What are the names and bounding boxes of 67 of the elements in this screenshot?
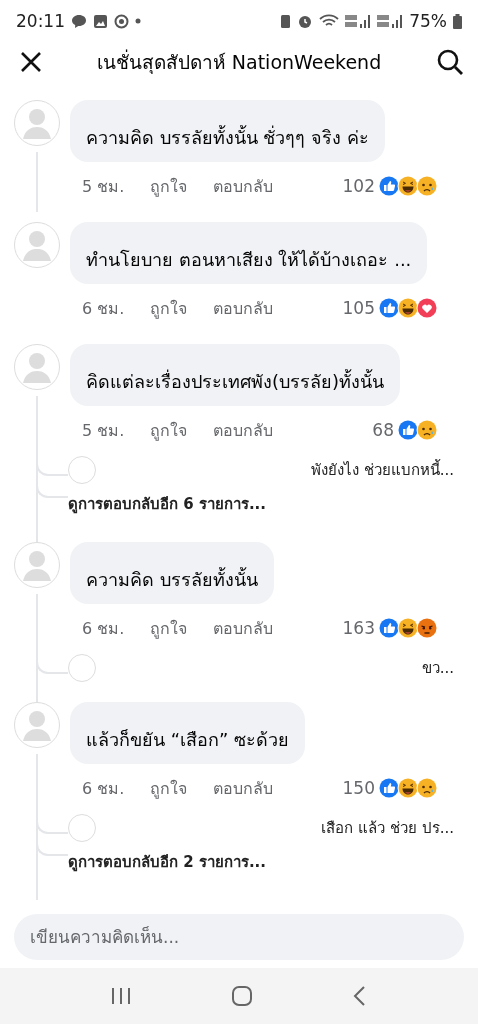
heart-icon [416, 297, 438, 319]
comment-bubble: แล้วก็ขยัน “เสือก” ซะด้วย [70, 702, 306, 764]
chat-icon [71, 13, 87, 29]
avatar[interactable] [14, 542, 60, 588]
sad-face-icon [416, 777, 438, 799]
comment-time: 5 ชม. [82, 175, 125, 198]
like-icon [378, 297, 400, 319]
signal-icon [345, 13, 372, 29]
dot-icon [135, 18, 141, 24]
view-more-replies-link[interactable]: ดูการตอบกลับอีก 6 รายการ... [68, 492, 266, 516]
comment-time: 5 ชม. [82, 419, 125, 442]
comment-time: 6 ชม. [82, 617, 125, 640]
comment-input-field[interactable]: เขียนความคิดเห็น... [14, 914, 464, 960]
reaction-count: 105 [342, 298, 375, 318]
avatar[interactable] [14, 344, 60, 390]
comment-bubble: ความคิด บรรลัยทั้งนั้น ชั่วๆๆ จริง ค่ะ [70, 100, 385, 162]
like-link[interactable]: ถูกใจ [150, 295, 188, 321]
laughing-face-icon [397, 617, 419, 639]
laughing-face-icon [397, 777, 419, 799]
comment-time: 6 ชม. [82, 297, 125, 320]
page-title: เนชั่นสุดสัปดาห์ NationWeekend [95, 48, 383, 76]
like-icon [378, 617, 400, 639]
reaction-count: 102 [342, 176, 375, 196]
reply-link[interactable]: ตอบกลับ [213, 615, 274, 641]
reply-link[interactable]: ตอบกลับ [213, 417, 274, 443]
like-link[interactable]: ถูกใจ [150, 173, 188, 199]
recent-apps-icon[interactable] [109, 986, 132, 1006]
reaction-count: 150 [342, 778, 375, 798]
reaction-count: 163 [342, 618, 375, 638]
like-icon [397, 419, 419, 441]
signal-icon [377, 13, 404, 29]
avatar[interactable] [14, 222, 60, 268]
reaction-count: 68 [372, 420, 394, 440]
search-icon[interactable] [436, 48, 464, 76]
avatar[interactable] [14, 100, 60, 146]
laughing-face-icon [397, 297, 419, 319]
comment-bubble: ความคิด บรรลัยทั้งนั้น [70, 542, 274, 604]
reply-text: ขว... [420, 658, 455, 679]
browser-icon [114, 13, 129, 29]
like-icon [378, 175, 400, 197]
like-icon [378, 777, 400, 799]
gallery-icon [93, 13, 108, 29]
battery-saver-icon [280, 13, 292, 29]
like-link[interactable]: ถูกใจ [150, 615, 188, 641]
like-link[interactable]: ถูกใจ [150, 417, 188, 443]
reply-link[interactable]: ตอบกลับ [213, 173, 274, 199]
battery-percent: 75% [409, 11, 447, 31]
angry-face-icon [416, 617, 438, 639]
comment-time: 6 ชม. [82, 777, 125, 800]
wifi-icon [319, 13, 340, 29]
avatar[interactable] [14, 702, 60, 748]
alarm-icon [297, 13, 314, 29]
comment-bubble: ทำนโยบาย ตอนหาเสียง ให้ได้บ้างเถอะ ... [70, 222, 428, 284]
reply-text: พังยังไง ช่วยแบกหนี้... [309, 458, 455, 481]
sad-face-icon [416, 419, 438, 441]
home-icon[interactable] [231, 985, 253, 1007]
reply-text: เสือก แล้ว ช่วย ปร... [320, 818, 455, 839]
reply-link[interactable]: ตอบกลับ [213, 775, 274, 801]
view-more-replies-link[interactable]: ดูการตอบกลับอีก 2 รายการ... [68, 850, 266, 874]
sad-face-icon [416, 175, 438, 197]
battery-icon [453, 13, 462, 29]
like-link[interactable]: ถูกใจ [150, 775, 188, 801]
comment-bubble: คิดแต่ละเรื่องประเทศพัง(บรรลัย)ทั้งนั้น [70, 344, 401, 406]
laughing-face-icon [397, 175, 419, 197]
status-time: 20:11 [16, 11, 65, 31]
reply-link[interactable]: ตอบกลับ [213, 295, 274, 321]
close-icon[interactable] [20, 51, 42, 73]
